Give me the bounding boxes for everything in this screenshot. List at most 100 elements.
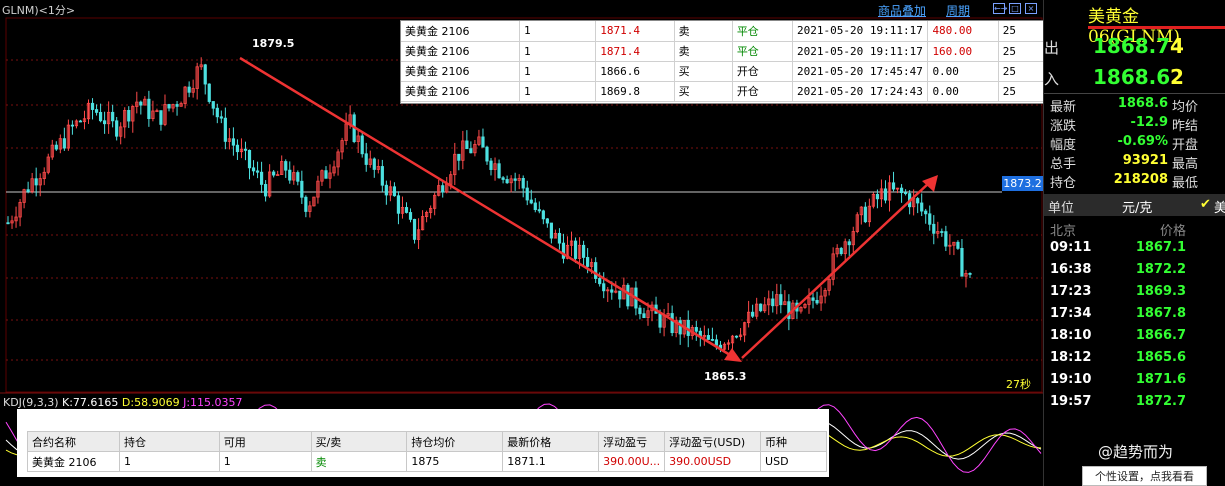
close-icon[interactable]: × [1025, 3, 1037, 14]
tick-row: 09:11 1867.1 [1044, 240, 1225, 260]
kdj-legend: KDJ(9,3,3) K:77.6165 D:58.9069 J:115.035… [3, 396, 243, 409]
position-header[interactable]: 浮动盈亏(USD) [664, 431, 762, 452]
candle-body [891, 182, 896, 190]
candle-body [710, 338, 714, 341]
candle-body [694, 327, 698, 332]
candle-body [251, 167, 256, 172]
trade-side: 卖 [674, 21, 733, 42]
position-header[interactable]: 最新价格 [502, 431, 600, 452]
candle-body [264, 184, 268, 197]
candle-body [489, 160, 493, 170]
stat-value: -0.69% [1117, 134, 1169, 149]
tick-row: 17:23 1869.3 [1044, 284, 1225, 304]
trade-row[interactable]: 美黄金 2106 1 1869.8 买开仓 2021-05-20 17:24:43 0.0… [401, 81, 1060, 102]
position-header[interactable]: 浮动盈亏 [598, 431, 666, 452]
candle-body [167, 104, 171, 109]
overlay-commodity-link[interactable]: 商品叠加 [878, 2, 926, 19]
stat-row: 最新 1868.6 均价 [1044, 96, 1225, 115]
position-header[interactable]: 买/卖 [310, 431, 408, 452]
kdj-k-value: K:77.6165 [62, 396, 119, 409]
tick-row: 19:10 1871.6 [1044, 372, 1225, 392]
unit-label: 单位 [1048, 201, 1075, 216]
candle-body [98, 112, 103, 122]
candle-body [525, 187, 529, 201]
candle-body [586, 257, 590, 267]
chart-area[interactable]: GLNM)<1分> 商品叠加 周期 ←→ □ × 1879.5 1865.3 1… [0, 0, 1060, 486]
candle-body [920, 202, 924, 212]
trade-qty: 1 [519, 41, 597, 62]
stat-row: 涨跌 -12.9 昨结 [1044, 115, 1225, 134]
candle-body [392, 186, 397, 197]
trade-row[interactable]: 美黄金 2106 1 1866.6 买开仓 2021-05-20 17:45:47 0.0… [401, 61, 1060, 82]
candle-body [875, 193, 880, 200]
candle-body [537, 209, 541, 212]
candle-body [863, 206, 867, 223]
candle-body [678, 320, 682, 335]
personal-settings-tip[interactable]: 个性设置，点我看看 [1082, 466, 1207, 486]
resize-icon[interactable]: ←→ [993, 3, 1007, 14]
candle-body [497, 163, 501, 179]
candle-body [968, 273, 972, 275]
stat-value: -12.9 [1130, 115, 1168, 130]
bid-price: 1868.6 [1093, 65, 1171, 89]
candle-body [549, 222, 553, 239]
candle-body [159, 110, 163, 125]
candle-body [505, 179, 509, 184]
tick-price: 1872.2 [1135, 262, 1186, 277]
trade-time: 2021-05-20 19:11:17 [792, 41, 929, 62]
position-header[interactable]: 币种 [760, 431, 827, 452]
tick-price: 1867.8 [1135, 306, 1186, 321]
candle-body [960, 247, 964, 277]
positions-table: 合约名称 持仓 可用 买/卖 持仓均价 最新价格 浮动盈亏 浮动盈亏(USD) 币种 美黄金 2… [27, 431, 827, 472]
candle-body [272, 171, 276, 176]
position-row[interactable]: 美黄金 2106 1 1 卖 1875 1871.1 390.00U... 390.00USD… [27, 451, 827, 472]
trade-row[interactable]: 美黄金 2106 1 1871.4 卖平仓 2021-05-20 19:11:17 480… [401, 21, 1060, 42]
tick-price: 1872.7 [1135, 394, 1186, 409]
trade-time: 2021-05-20 19:11:17 [792, 21, 929, 42]
position-header[interactable]: 持仓均价 [406, 431, 504, 452]
trade-records-popup: 美黄金 2106 1 1871.4 卖平仓 2021-05-20 19:11:17 480… [400, 20, 1060, 104]
candle-body [610, 289, 614, 293]
maximize-icon[interactable]: □ [1009, 3, 1021, 14]
trade-name: 美黄金 2106 [401, 21, 520, 42]
stat-label: 幅度 [1050, 138, 1077, 153]
candle-body [734, 335, 739, 338]
position-header[interactable]: 可用 [218, 431, 312, 452]
stat-value: 93921 [1122, 153, 1168, 168]
bid-row[interactable]: 入 1868.6 2 [1044, 63, 1225, 93]
candle-body [670, 313, 674, 334]
candle-body [207, 83, 211, 102]
candle-body [34, 178, 38, 186]
ask-row[interactable]: 出 1868.7 4 [1044, 32, 1225, 62]
candle-body [847, 241, 851, 246]
tick-row: 18:10 1866.7 [1044, 328, 1225, 348]
positions-panel: 合约名称 持仓 可用 买/卖 持仓均价 最新价格 浮动盈亏 浮动盈亏(USD) 币种 美黄金 2… [17, 409, 829, 477]
tick-time: 09:11 [1050, 240, 1092, 255]
position-cell: 1 [218, 451, 312, 472]
trade-name: 美黄金 2106 [401, 41, 520, 62]
candle-body [396, 195, 401, 214]
candle-body [127, 110, 131, 122]
candle-body [839, 247, 843, 255]
period-link[interactable]: 周期 [946, 2, 970, 19]
check-icon[interactable]: ✔ [1200, 197, 1211, 212]
downtrend-arrowhead [724, 348, 742, 362]
position-header[interactable]: 合约名称 [27, 431, 120, 452]
currency-selector[interactable]: 美 [1214, 197, 1225, 216]
candle-body [944, 231, 948, 247]
tick-price: 1865.6 [1135, 350, 1186, 365]
position-header[interactable]: 持仓 [118, 431, 220, 452]
trade-action: 平仓 [732, 41, 794, 62]
tick-price: 1869.3 [1135, 284, 1186, 299]
quote-sidebar: 美黄金06(GLNM) 出 1868.7 4 入 1868.6 2 最新 1868… [1043, 0, 1225, 486]
candle-body [408, 212, 413, 220]
candle-body [364, 153, 368, 165]
trade-price: 1871.4 [595, 41, 675, 62]
candle-body [441, 185, 445, 193]
candle-body [412, 218, 417, 240]
trade-pnl: 480.00 [927, 21, 999, 42]
trade-row[interactable]: 美黄金 2106 1 1871.4 卖平仓 2021-05-20 19:11:17 160… [401, 41, 1060, 62]
candle-body [404, 207, 409, 213]
position-cell: USD [760, 451, 827, 472]
candle-body [932, 223, 936, 234]
